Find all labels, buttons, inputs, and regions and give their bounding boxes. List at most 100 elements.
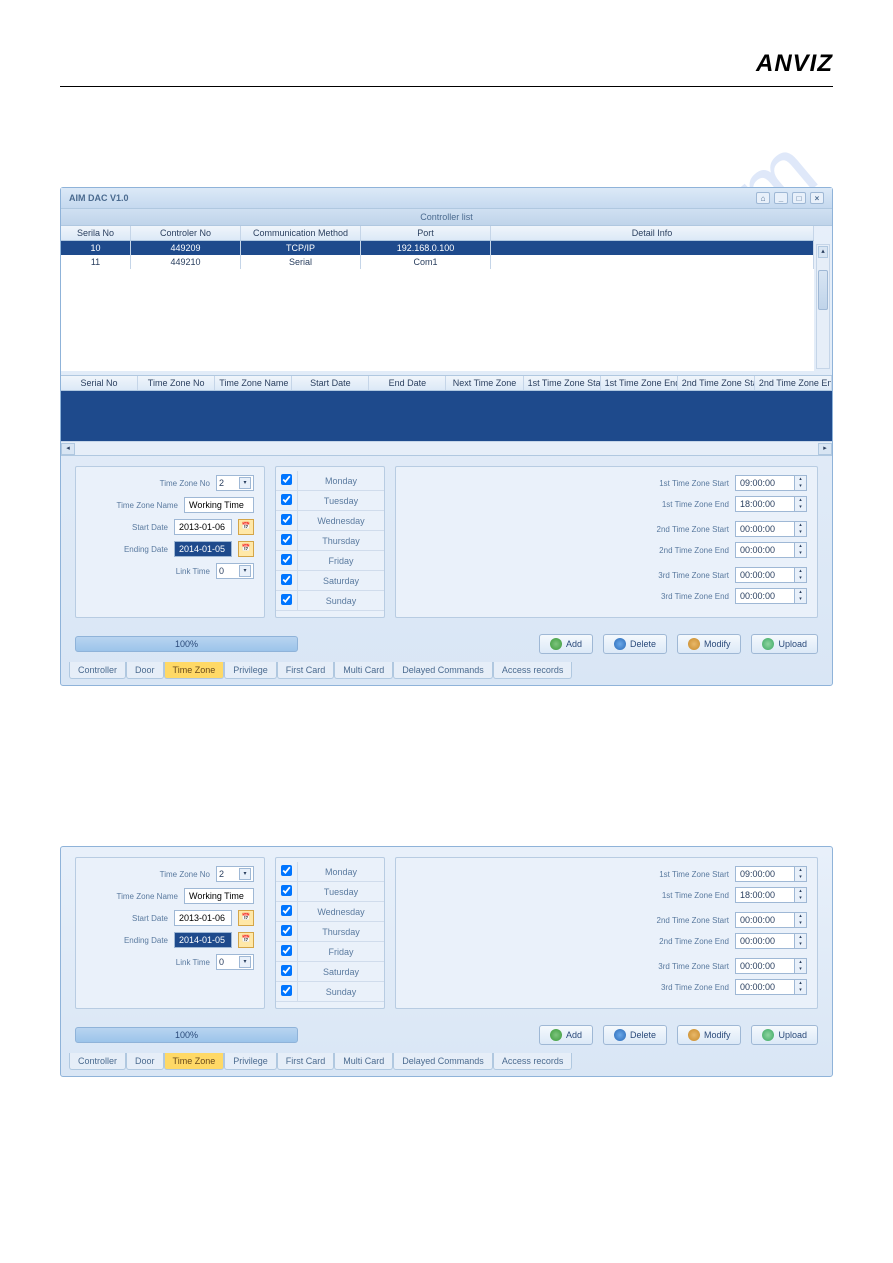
delete-button[interactable]: Delete <box>603 634 667 654</box>
day-checkbox[interactable] <box>281 865 292 876</box>
vertical-scrollbar[interactable]: ▴ <box>816 244 830 369</box>
spin-up-icon[interactable]: ▴ <box>794 959 806 966</box>
day-checkbox[interactable] <box>281 885 292 896</box>
table-row[interactable]: 11 449210 Serial Com1 <box>61 255 814 269</box>
spin-down-icon[interactable]: ▾ <box>794 596 806 603</box>
calendar-icon[interactable]: 📅 <box>238 932 254 948</box>
spin-up-icon[interactable]: ▴ <box>794 867 806 874</box>
time-spinner[interactable]: 00:00:00▴▾ <box>735 521 807 537</box>
spin-up-icon[interactable]: ▴ <box>794 980 806 987</box>
tz-no-select[interactable]: 2▾ <box>216 866 254 882</box>
day-checkbox[interactable] <box>281 514 292 525</box>
time-spinner[interactable]: 00:00:00▴▾ <box>735 542 807 558</box>
time-spinner[interactable]: 00:00:00▴▾ <box>735 567 807 583</box>
day-checkbox[interactable] <box>281 965 292 976</box>
timezone-grid-body[interactable] <box>61 391 832 441</box>
tab-access-records[interactable]: Access records <box>493 662 573 679</box>
spin-down-icon[interactable]: ▾ <box>794 941 806 948</box>
col-port[interactable]: Port <box>361 226 491 240</box>
time-spinner[interactable]: 09:00:00▴▾ <box>735 866 807 882</box>
time-spinner[interactable]: 00:00:00▴▾ <box>735 958 807 974</box>
tz-col-next[interactable]: Next Time Zone <box>446 376 523 390</box>
upload-button[interactable]: Upload <box>751 1025 818 1045</box>
day-checkbox[interactable] <box>281 534 292 545</box>
spin-up-icon[interactable]: ▴ <box>794 543 806 550</box>
time-spinner[interactable]: 18:00:00▴▾ <box>735 496 807 512</box>
tab-time-zone[interactable]: Time Zone <box>164 662 225 679</box>
time-spinner[interactable]: 00:00:00▴▾ <box>735 912 807 928</box>
upload-button[interactable]: Upload <box>751 634 818 654</box>
chevron-down-icon[interactable]: ▾ <box>239 477 251 489</box>
close-icon[interactable]: × <box>810 192 824 204</box>
tz-col-1end[interactable]: 1st Time Zone End <box>601 376 678 390</box>
tab-first-card[interactable]: First Card <box>277 1053 335 1070</box>
delete-button[interactable]: Delete <box>603 1025 667 1045</box>
tab-delayed-commands[interactable]: Delayed Commands <box>393 662 493 679</box>
modify-button[interactable]: Modify <box>677 634 742 654</box>
tab-multi-card[interactable]: Multi Card <box>334 662 393 679</box>
col-detail[interactable]: Detail Info <box>491 226 814 240</box>
tz-name-input[interactable] <box>184 497 254 513</box>
maximize-icon[interactable]: □ <box>792 192 806 204</box>
chevron-down-icon[interactable]: ▾ <box>239 565 251 577</box>
spin-up-icon[interactable]: ▴ <box>794 476 806 483</box>
day-checkbox[interactable] <box>281 494 292 505</box>
link-time-select[interactable]: 0▾ <box>216 563 254 579</box>
tab-controller[interactable]: Controller <box>69 662 126 679</box>
end-date-input[interactable] <box>174 932 232 948</box>
scroll-left-icon[interactable]: ◂ <box>61 443 75 455</box>
spin-up-icon[interactable]: ▴ <box>794 589 806 596</box>
scroll-thumb[interactable] <box>818 270 828 310</box>
calendar-icon[interactable]: 📅 <box>238 541 254 557</box>
end-date-input[interactable] <box>174 541 232 557</box>
day-checkbox[interactable] <box>281 945 292 956</box>
tab-access-records[interactable]: Access records <box>493 1053 573 1070</box>
tab-first-card[interactable]: First Card <box>277 662 335 679</box>
spin-down-icon[interactable]: ▾ <box>794 920 806 927</box>
spin-up-icon[interactable]: ▴ <box>794 913 806 920</box>
spin-down-icon[interactable]: ▾ <box>794 874 806 881</box>
start-date-input[interactable] <box>174 519 232 535</box>
chevron-down-icon[interactable]: ▾ <box>239 956 251 968</box>
tz-col-2start[interactable]: 2nd Time Zone Start <box>678 376 755 390</box>
time-spinner[interactable]: 00:00:00▴▾ <box>735 933 807 949</box>
tz-col-no[interactable]: Time Zone No <box>138 376 215 390</box>
add-button[interactable]: Add <box>539 1025 593 1045</box>
time-spinner[interactable]: 18:00:00▴▾ <box>735 887 807 903</box>
calendar-icon[interactable]: 📅 <box>238 910 254 926</box>
day-checkbox[interactable] <box>281 905 292 916</box>
start-date-input[interactable] <box>174 910 232 926</box>
spin-up-icon[interactable]: ▴ <box>794 888 806 895</box>
tz-col-start[interactable]: Start Date <box>292 376 369 390</box>
time-spinner[interactable]: 00:00:00▴▾ <box>735 588 807 604</box>
col-serial[interactable]: Serila No <box>61 226 131 240</box>
tz-no-select[interactable]: 2▾ <box>216 475 254 491</box>
tab-door[interactable]: Door <box>126 1053 164 1070</box>
day-checkbox[interactable] <box>281 594 292 605</box>
spin-down-icon[interactable]: ▾ <box>794 966 806 973</box>
home-icon[interactable]: ⌂ <box>756 192 770 204</box>
tz-name-input[interactable] <box>184 888 254 904</box>
minimize-icon[interactable]: _ <box>774 192 788 204</box>
col-controller-no[interactable]: Controler No <box>131 226 241 240</box>
tab-door[interactable]: Door <box>126 662 164 679</box>
tz-col-2end[interactable]: 2nd Time Zone End <box>755 376 832 390</box>
spin-down-icon[interactable]: ▾ <box>794 550 806 557</box>
chevron-down-icon[interactable]: ▾ <box>239 868 251 880</box>
horizontal-scrollbar[interactable]: ◂ ▸ <box>61 441 832 455</box>
scroll-right-icon[interactable]: ▸ <box>818 443 832 455</box>
spin-down-icon[interactable]: ▾ <box>794 529 806 536</box>
spin-down-icon[interactable]: ▾ <box>794 483 806 490</box>
spin-up-icon[interactable]: ▴ <box>794 497 806 504</box>
modify-button[interactable]: Modify <box>677 1025 742 1045</box>
spin-down-icon[interactable]: ▾ <box>794 504 806 511</box>
tab-time-zone[interactable]: Time Zone <box>164 1053 225 1070</box>
tab-controller[interactable]: Controller <box>69 1053 126 1070</box>
spin-up-icon[interactable]: ▴ <box>794 568 806 575</box>
day-checkbox[interactable] <box>281 985 292 996</box>
add-button[interactable]: Add <box>539 634 593 654</box>
spin-down-icon[interactable]: ▾ <box>794 575 806 582</box>
day-checkbox[interactable] <box>281 574 292 585</box>
tz-col-name[interactable]: Time Zone Name <box>215 376 292 390</box>
spin-up-icon[interactable]: ▴ <box>794 522 806 529</box>
